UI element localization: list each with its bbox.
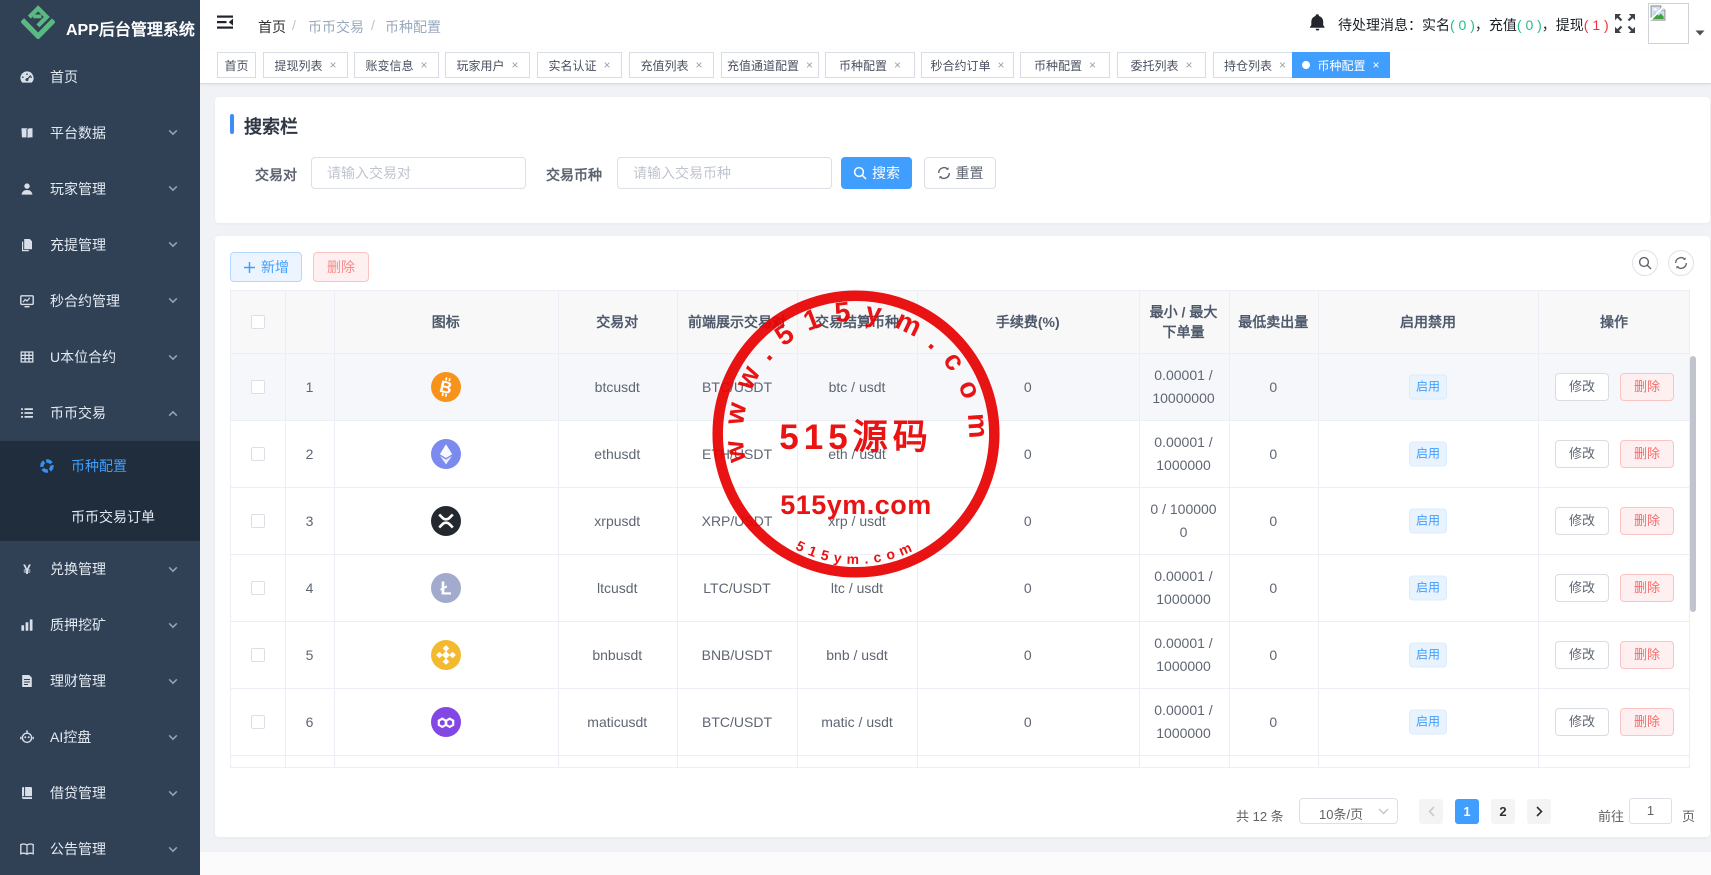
svg-text:515ym.com: 515ym.com — [780, 490, 932, 520]
svg-text:515源码: 515源码 — [779, 418, 932, 457]
svg-text:¥: ¥ — [23, 561, 31, 577]
svg-text:Ł: Ł — [440, 578, 451, 598]
